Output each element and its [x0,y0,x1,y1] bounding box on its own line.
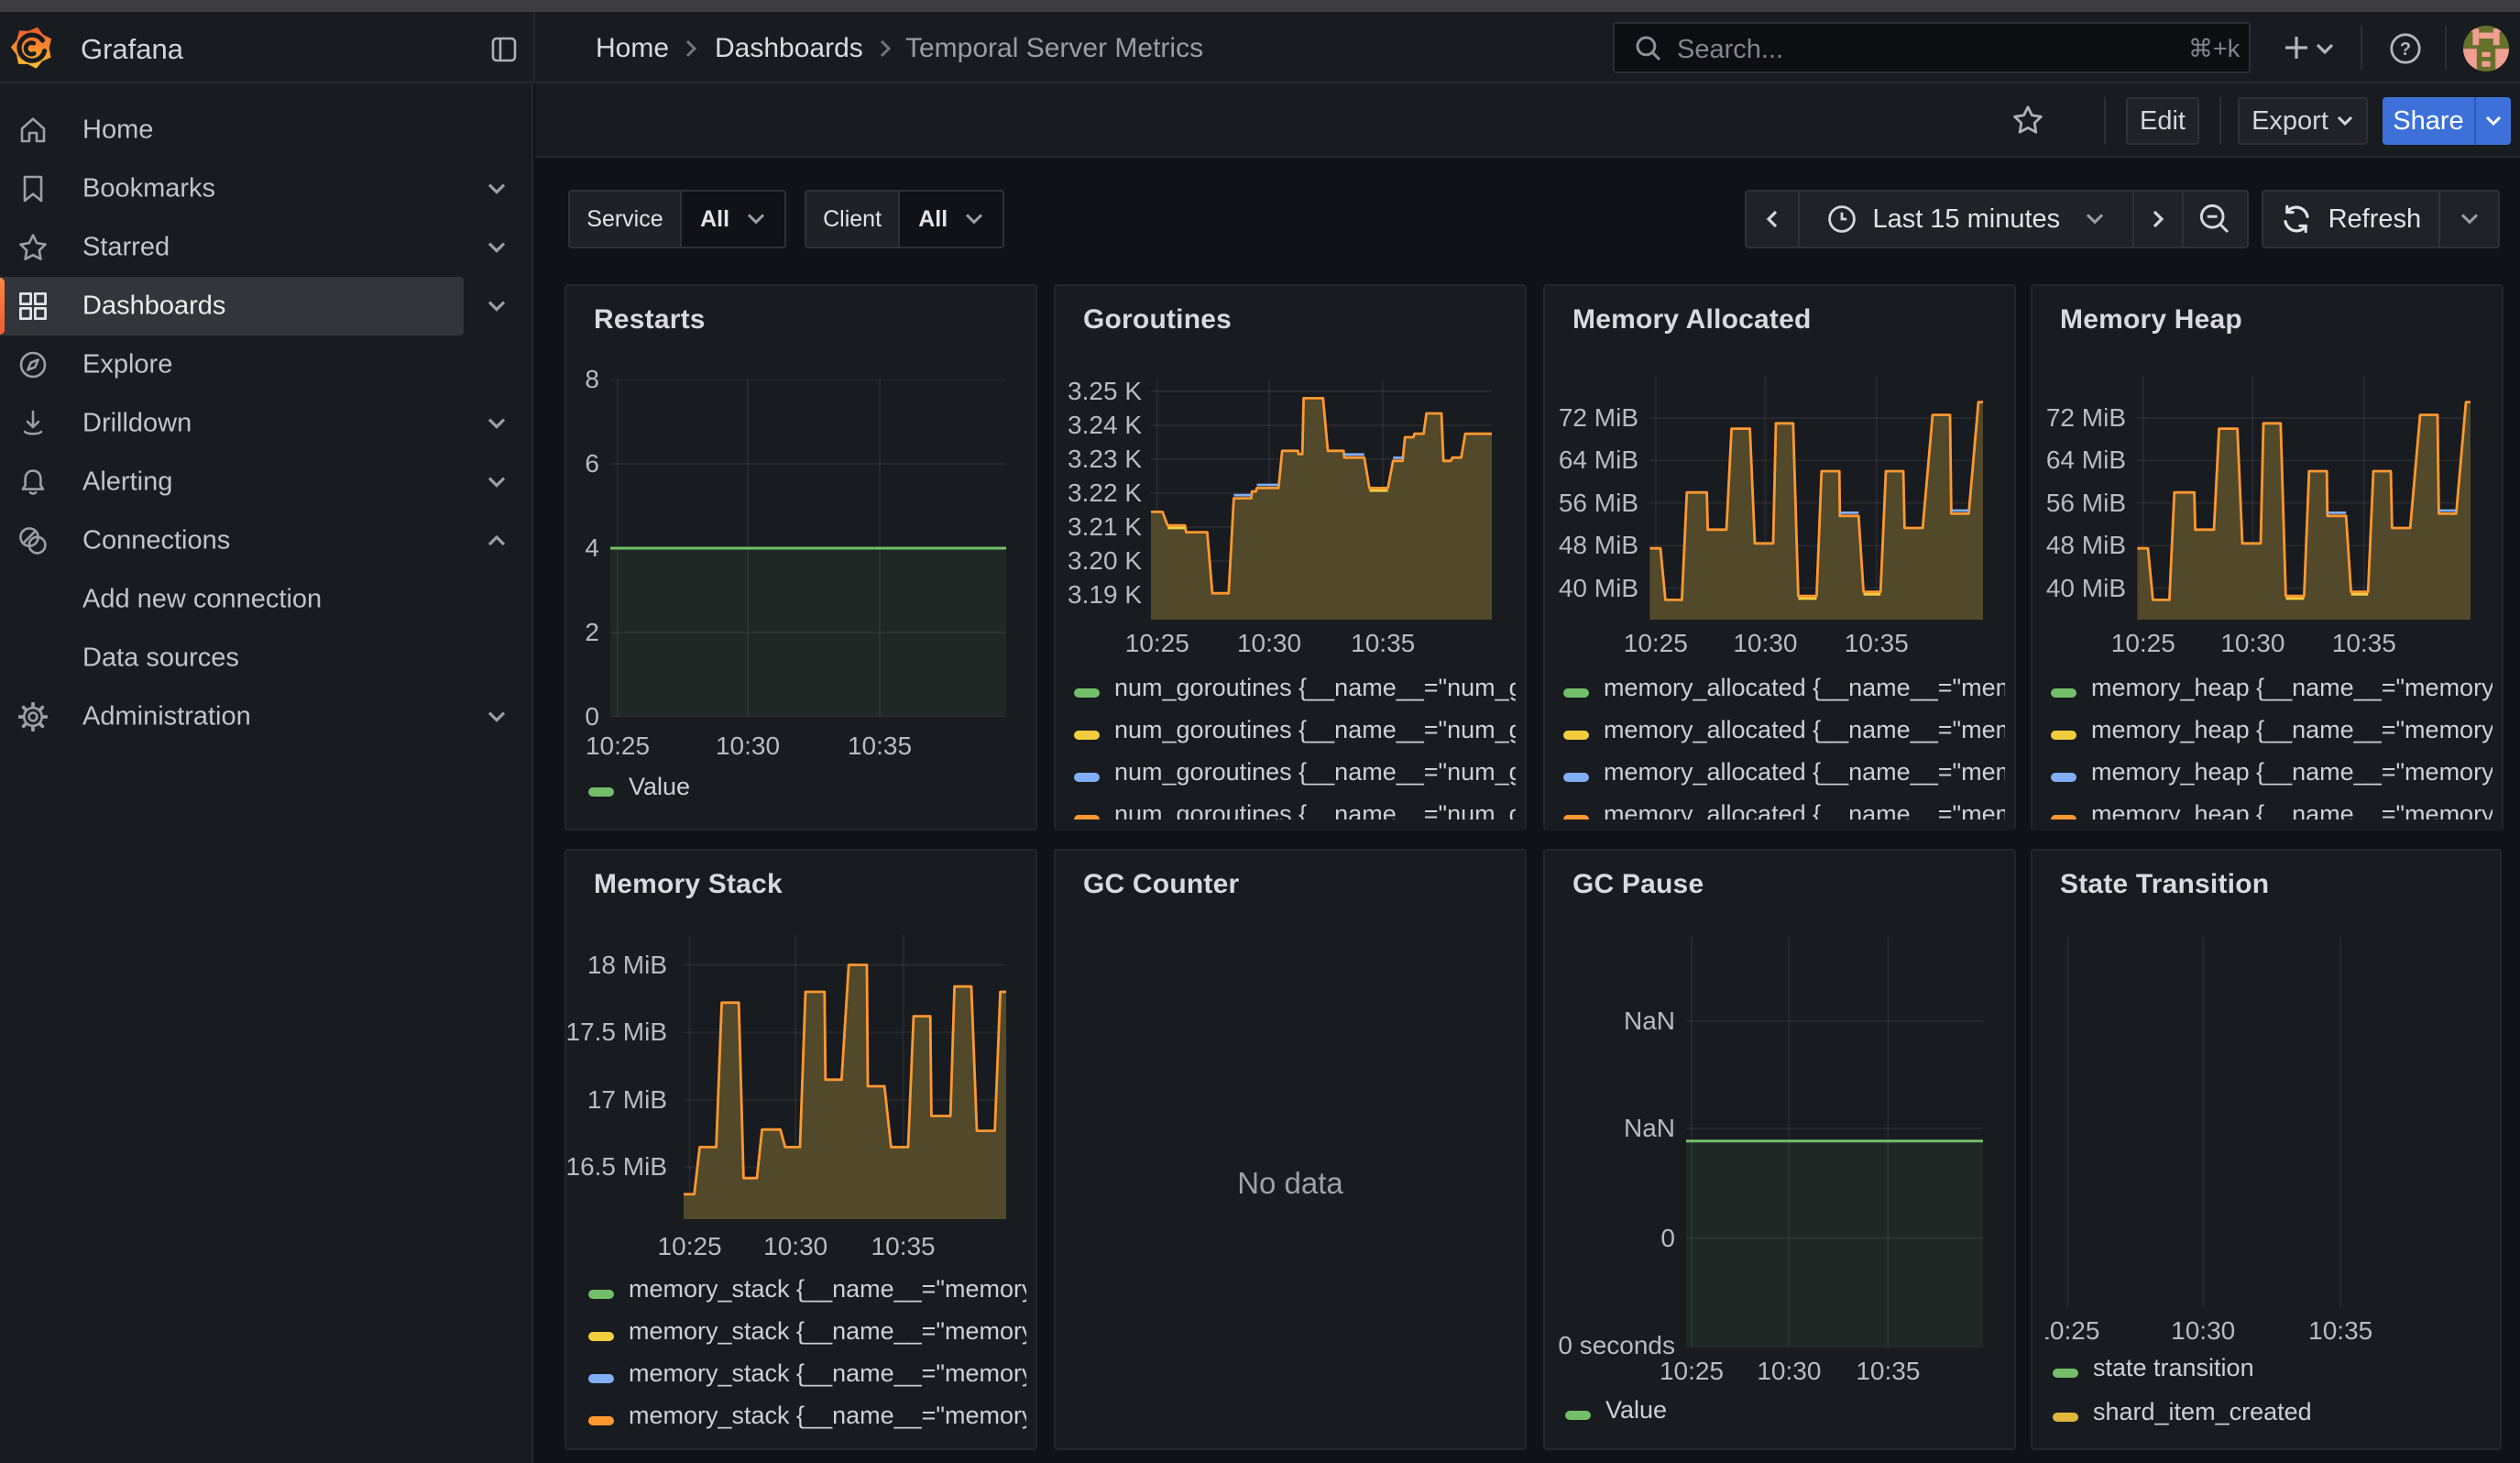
svg-text:?: ? [2400,39,2411,60]
